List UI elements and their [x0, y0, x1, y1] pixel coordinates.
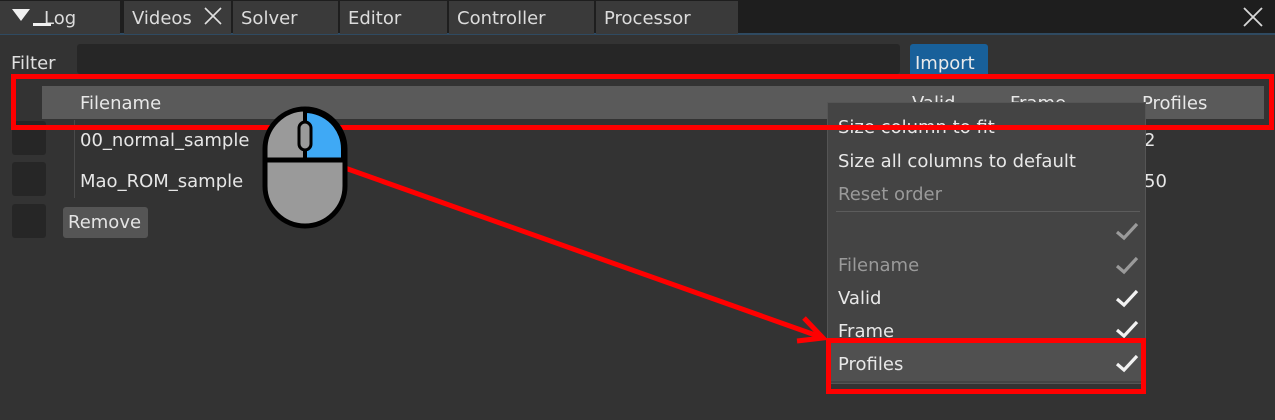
mouse-right-click-icon: [262, 106, 348, 229]
annotation-overlay: [262, 106, 829, 344]
arrow-annotation: [344, 165, 829, 344]
